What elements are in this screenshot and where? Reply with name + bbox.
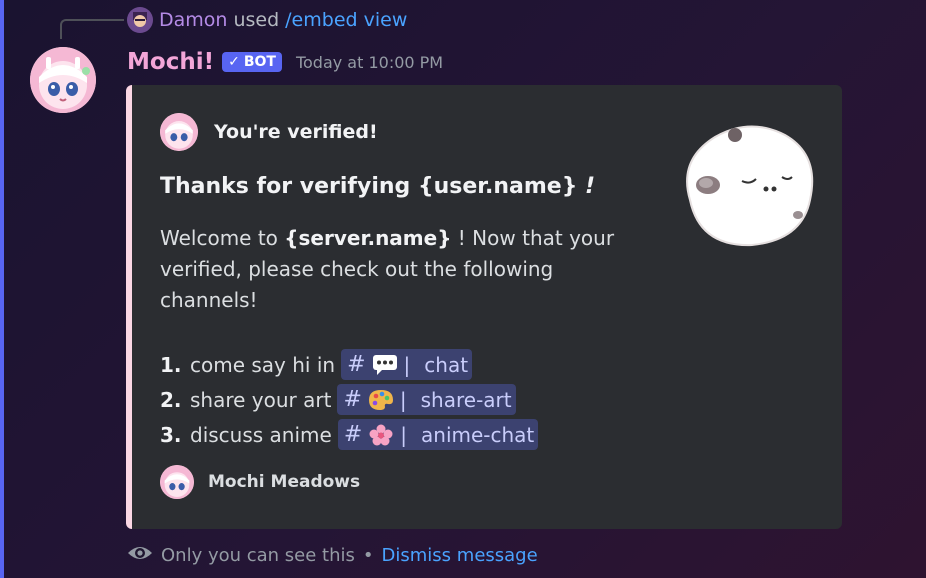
embed-author-icon [160, 113, 198, 151]
bot-badge-label: BOT [243, 54, 276, 70]
list-number: 2. [160, 387, 182, 412]
list-item: 1. come say hi in # | chat [160, 347, 538, 382]
embed-author: You're verified! [160, 113, 378, 151]
list-number: 3. [160, 422, 182, 447]
list-item: 3. discuss anime # | anime-chat [160, 417, 539, 452]
reply-connector [60, 19, 124, 39]
embed-author-name: You're verified! [214, 121, 378, 143]
speech-bubble-icon [372, 354, 398, 376]
bot-avatar[interactable] [30, 47, 96, 113]
ephemeral-text: Only you can see this [161, 545, 355, 566]
message-header: Mochi! ✓ BOT Today at 10:00 PM [127, 45, 443, 79]
channel-hash-icon: # [343, 387, 362, 412]
dismiss-message-link[interactable]: Dismiss message [382, 545, 538, 566]
bot-badge: ✓ BOT [222, 52, 282, 72]
embed-footer-icon [160, 465, 194, 499]
cherry-blossom-icon [368, 424, 394, 446]
channel-mention-anime-chat[interactable]: # | anime-chat [337, 419, 539, 450]
message-timestamp[interactable]: Today at 10:00 PM [296, 53, 443, 72]
channel-separator: | [399, 387, 407, 412]
embed-title-prefix: Thanks for verifying [160, 174, 418, 199]
embed-desc-prefix: Welcome to [160, 226, 285, 250]
embed-title-variable: {user.name} [417, 174, 578, 199]
slash-command-link[interactable]: /embed view [285, 9, 407, 31]
message-highlight-bar [0, 0, 4, 578]
replied-user-name[interactable]: Damon [159, 9, 227, 31]
channel-mention-chat[interactable]: # | chat [341, 349, 473, 380]
list-number: 1. [160, 352, 182, 377]
reply-action: used [233, 9, 280, 31]
list-text: share your art [190, 387, 332, 412]
channel-mention-share-art[interactable]: # | share-art [337, 384, 516, 415]
channel-hash-icon: # [343, 422, 363, 447]
palette-icon [368, 389, 394, 411]
ephemeral-notice: Only you can see this • Dismiss message [127, 544, 538, 567]
channel-name: share-art [420, 387, 512, 412]
embed-thumbnail-mochi[interactable] [670, 115, 824, 255]
embed-footer: Mochi Meadows [160, 465, 360, 499]
embed-title: Thanks for verifying {user.name} ! [160, 174, 595, 199]
list-item: 2. share your art # | share-art [160, 382, 538, 417]
embed-title-suffix: ! [577, 174, 596, 199]
embed-desc-variable: {server.name} [284, 226, 452, 250]
verification-embed: You're verified! Thanks for verifying {u… [126, 85, 842, 529]
embed-description: Welcome to {server.name} ! Now that your… [160, 223, 630, 316]
channel-hash-icon: # [347, 352, 366, 377]
reply-context[interactable]: Damon used /embed view [127, 6, 407, 34]
replied-user-avatar[interactable] [127, 7, 153, 33]
bot-username[interactable]: Mochi! [127, 49, 214, 75]
embed-footer-text: Mochi Meadows [208, 472, 361, 492]
channel-separator: | [400, 422, 408, 447]
eye-icon [127, 544, 153, 567]
list-text: come say hi in [190, 352, 336, 377]
bullet-separator: • [362, 545, 374, 566]
channel-name: anime-chat [421, 422, 535, 447]
checkmark-icon: ✓ [228, 54, 240, 70]
channel-name: chat [424, 352, 469, 377]
channel-separator: | [403, 352, 411, 377]
list-text: discuss anime [190, 422, 332, 447]
channel-list: 1. come say hi in # | chat 2. share your… [160, 347, 539, 452]
